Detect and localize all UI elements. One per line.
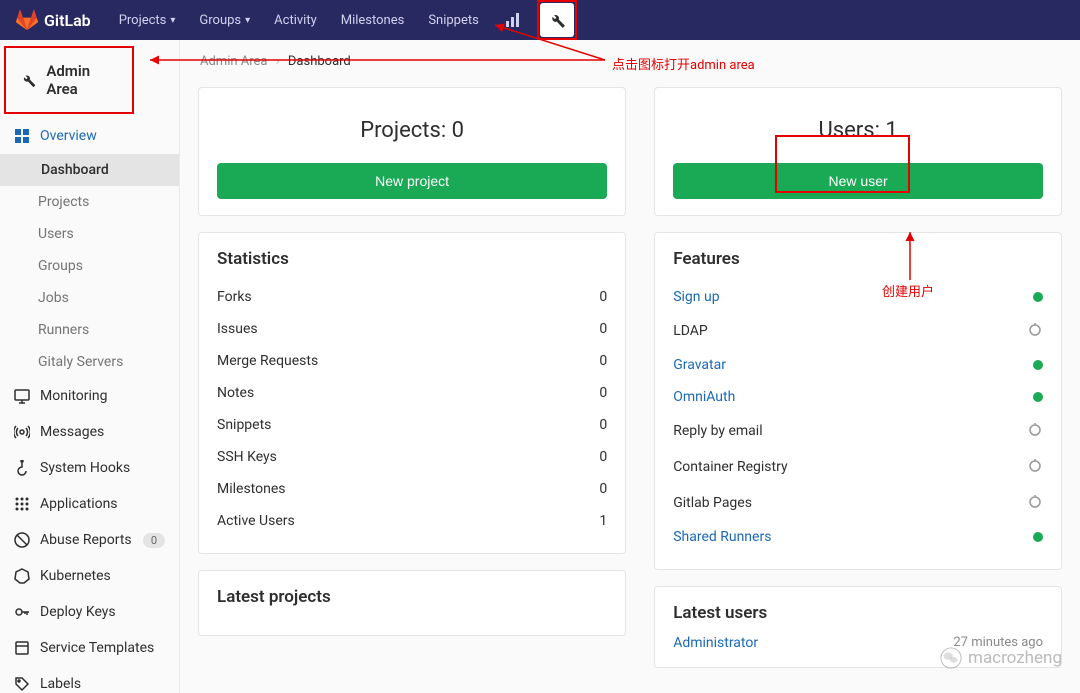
sidebar-abuse-reports[interactable]: Abuse Reports 0 [0,522,179,558]
stat-row: Forks0 [217,281,607,313]
users-card: Users: 1 New user [654,87,1062,216]
breadcrumb-root[interactable]: Admin Area [200,54,268,69]
latest-user-time: 27 minutes ago [953,635,1043,651]
nav-milestones[interactable]: Milestones [331,7,415,34]
latest-users-title: Latest users [673,603,1043,623]
status-on-icon [1033,532,1043,542]
sidebar-item-jobs[interactable]: Jobs [0,282,179,314]
admin-area-button[interactable] [540,3,574,37]
sidebar-monitoring[interactable]: Monitoring [0,378,179,414]
stat-row: Active Users1 [217,505,607,537]
stat-row: Merge Requests0 [217,345,607,377]
overview-icon [14,128,30,144]
feature-row: Container Registry [673,449,1043,485]
stat-row: Milestones0 [217,473,607,505]
annotation-box-admin-title: Admin Area [4,46,134,114]
projects-count: Projects: 0 [217,104,607,163]
broadcast-icon [14,424,30,440]
wrench-icon [20,71,36,89]
abuse-icon [14,532,30,548]
new-project-button[interactable]: New project [217,163,607,199]
breadcrumb-current: Dashboard [288,54,351,69]
sidebar-item-runners[interactable]: Runners [0,314,179,346]
monitor-icon [14,388,30,404]
feature-row: OmniAuth [673,381,1043,413]
sidebar-service-templates[interactable]: Service Templates [0,630,179,666]
sidebar-item-users[interactable]: Users [0,218,179,250]
nav-links: Projects▾ Groups▾ Activity Milestones Sn… [109,7,489,34]
content: Admin Area › Dashboard Projects: 0 New p… [180,40,1080,693]
labels-icon [14,676,30,692]
latest-projects-panel: Latest projects [198,570,626,636]
feature-row: Sign up [673,281,1043,313]
kubernetes-icon [14,568,30,584]
stat-row: Notes0 [217,377,607,409]
nav-groups[interactable]: Groups▾ [189,7,260,34]
abuse-badge: 0 [143,533,165,548]
template-icon [14,640,30,656]
hook-icon [14,460,30,476]
users-count: Users: 1 [673,104,1043,163]
status-on-icon [1033,392,1043,402]
nav-chart-icon[interactable] [499,6,527,34]
nav-activity[interactable]: Activity [264,7,327,34]
chevron-down-icon: ▾ [170,15,175,26]
statistics-panel: Statistics Forks0Issues0Merge Requests0N… [198,232,626,554]
annotation-box-admin-icon [537,0,577,40]
apps-icon [14,496,30,512]
feature-link[interactable]: OmniAuth [673,389,735,405]
sidebar-item-groups[interactable]: Groups [0,250,179,282]
chevron-down-icon: ▾ [245,15,250,26]
sidebar-item-projects[interactable]: Projects [0,186,179,218]
sidebar-labels[interactable]: Labels [0,666,179,693]
status-off-icon [1027,321,1043,341]
sidebar-messages[interactable]: Messages [0,414,179,450]
feature-row: Gravatar [673,349,1043,381]
gitlab-logo[interactable]: GitLab [16,9,91,31]
latest-projects-title: Latest projects [217,587,607,607]
status-on-icon [1033,360,1043,370]
sidebar-item-dashboard[interactable]: Dashboard [0,154,179,186]
sidebar-kubernetes[interactable]: Kubernetes [0,558,179,594]
features-title: Features [673,249,1043,269]
sidebar: Admin Area Overview Dashboard Projects U… [0,40,180,693]
new-user-button[interactable]: New user [673,163,1043,199]
latest-users-panel: Latest users Administrator 27 minutes ag… [654,586,1062,668]
stat-row: Issues0 [217,313,607,345]
feature-link[interactable]: Sign up [673,289,719,305]
status-off-icon [1027,457,1043,477]
projects-card: Projects: 0 New project [198,87,626,216]
top-navbar: GitLab Projects▾ Groups▾ Activity Milest… [0,0,1080,40]
statistics-title: Statistics [217,249,607,269]
feature-row: LDAP [673,313,1043,349]
key-icon [14,604,30,620]
status-off-icon [1027,421,1043,441]
sidebar-title: Admin Area [6,48,132,112]
breadcrumb: Admin Area › Dashboard [200,54,1062,69]
gitlab-icon [16,9,38,31]
latest-user-link[interactable]: Administrator [673,635,758,651]
nav-projects[interactable]: Projects▾ [109,7,186,34]
sidebar-system-hooks[interactable]: System Hooks [0,450,179,486]
feature-row: Gitlab Pages [673,485,1043,521]
brand-text: GitLab [44,11,91,30]
sidebar-applications[interactable]: Applications [0,486,179,522]
stat-row: SSH Keys0 [217,441,607,473]
sidebar-deploy-keys[interactable]: Deploy Keys [0,594,179,630]
sidebar-overview[interactable]: Overview [0,118,179,154]
sidebar-item-gitaly[interactable]: Gitaly Servers [0,346,179,378]
feature-link[interactable]: Gravatar [673,357,726,373]
stat-row: Snippets0 [217,409,607,441]
features-panel: Features Sign up LDAP Gravatar OmniAuth Repl… [654,232,1062,570]
status-on-icon [1033,292,1043,302]
feature-link[interactable]: Shared Runners [673,529,771,545]
wrench-icon [548,11,566,29]
nav-snippets[interactable]: Snippets [418,7,489,34]
status-off-icon [1027,493,1043,513]
feature-row: Reply by email [673,413,1043,449]
feature-row: Shared Runners [673,521,1043,553]
